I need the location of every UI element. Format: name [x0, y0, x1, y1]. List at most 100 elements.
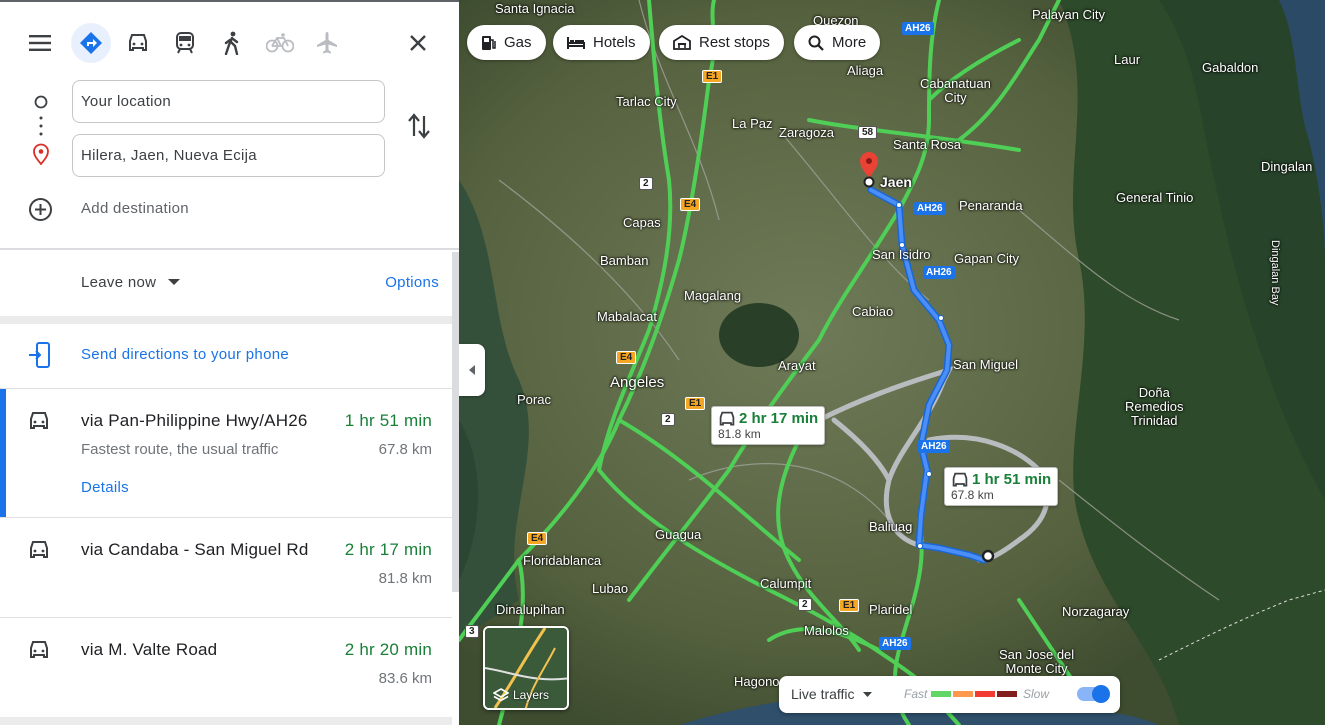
options-link[interactable]: Options: [385, 274, 439, 291]
map-label: Gapan City: [954, 251, 1020, 266]
plane-icon[interactable]: [307, 23, 347, 63]
car-icon[interactable]: [118, 23, 158, 63]
map-label: Guagua: [655, 527, 702, 542]
map-label-destination: Jaen: [880, 174, 912, 190]
map-label: Calumpit: [760, 576, 812, 591]
map-label: Dingalan Bay: [1269, 240, 1281, 306]
section-divider: [0, 316, 452, 324]
highway-shield: AH26: [902, 22, 934, 35]
top-divider: [0, 0, 459, 2]
chevron-down-icon: [168, 279, 181, 285]
map-label: Malolos: [804, 623, 849, 638]
traffic-legend: Live traffic Fast Slow: [779, 676, 1120, 713]
live-traffic-dropdown[interactable]: Live traffic: [791, 686, 872, 702]
route-name: via Pan-Philippine Hwy/AH26: [81, 411, 308, 430]
map-label: Dinalupihan: [496, 602, 565, 617]
route-distance: 83.6 km: [378, 670, 432, 687]
map-label: Lubao: [592, 581, 629, 596]
rest-stops-chip-label: Rest stops: [699, 34, 770, 51]
map-label: Arayat: [778, 358, 816, 373]
collapse-panel-button[interactable]: [459, 344, 485, 396]
route-time: 2 hr 17 min: [344, 540, 432, 559]
origin-input[interactable]: Your location: [72, 80, 385, 123]
add-destination-button[interactable]: Add destination: [81, 200, 189, 217]
gas-chip[interactable]: Gas: [467, 25, 546, 60]
map-label: Magalang: [684, 288, 742, 303]
highway-shield: AH26: [914, 202, 946, 215]
car-icon: [28, 640, 50, 665]
main-route-callout[interactable]: 1 hr 51 min 67.8 km: [944, 467, 1059, 506]
walk-icon[interactable]: [212, 23, 252, 63]
map-label: Santa Ignacia: [495, 1, 575, 16]
more-chip-label: More: [832, 34, 867, 51]
highway-shield: AH26: [879, 637, 911, 650]
add-destination-icon[interactable]: [28, 197, 53, 227]
traffic-fast-label: Fast: [904, 687, 928, 701]
map-label: Cabanatuan City: [920, 76, 991, 105]
traffic-toggle[interactable]: [1077, 685, 1110, 703]
destination-input[interactable]: Hilera, Jaen, Nueva Ecija: [72, 134, 385, 177]
map-label: Doña Remedios Trinidad: [1125, 385, 1184, 428]
map-label: Penaranda: [959, 198, 1023, 213]
map-label: Santa Rosa: [893, 137, 961, 152]
route-option-3[interactable]: via M. Valte Road 2 hr 20 min 83.6 km: [0, 618, 452, 717]
route-option-1[interactable]: via Pan-Philippine Hwy/AH26 1 hr 51 min …: [0, 389, 452, 517]
map-label: Floridablanca: [523, 553, 602, 568]
search-icon: [808, 35, 824, 51]
layers-icon: [493, 688, 509, 702]
route-shield: 3: [465, 625, 479, 638]
map-label: Dingalan: [1261, 159, 1313, 174]
route-shield: 2: [639, 177, 653, 190]
rest-stop-icon: [673, 35, 691, 50]
close-icon[interactable]: [398, 23, 438, 63]
map-label: Capas: [623, 215, 661, 230]
map-label: Angeles: [610, 374, 665, 391]
alt-route-callout[interactable]: 2 hr 17 min 81.8 km: [711, 406, 826, 445]
traffic-swatch-heavy: [975, 691, 995, 697]
map-label: La Paz: [732, 116, 773, 131]
section-divider: [0, 717, 452, 725]
directions-icon[interactable]: [71, 23, 111, 63]
send-to-phone-icon: [28, 342, 52, 373]
bike-icon[interactable]: [260, 23, 300, 63]
route-name: via Candaba - San Miguel Rd: [81, 540, 309, 559]
route-details-link[interactable]: Details: [81, 479, 129, 496]
map-label: Hagono: [734, 674, 780, 689]
traffic-swatch-fast: [931, 691, 951, 697]
callout-distance: 67.8 km: [951, 488, 994, 502]
route-option-2[interactable]: via Candaba - San Miguel Rd 2 hr 17 min …: [0, 518, 452, 617]
map-label: Norzagaray: [1062, 604, 1130, 619]
car-icon: [28, 411, 50, 436]
map-label: San Isidro: [872, 247, 931, 262]
route-endpoints-icons: [33, 95, 49, 166]
map-label: San Miguel: [953, 357, 1019, 372]
route-shield: 58: [858, 126, 878, 139]
map-label: Porac: [517, 392, 551, 407]
map-label: Aliaga: [847, 63, 884, 78]
callout-time: 2 hr 17 min: [739, 410, 819, 427]
map-label: Bamban: [600, 253, 649, 268]
swap-icon[interactable]: [404, 112, 434, 145]
highway-shield: AH26: [918, 440, 950, 453]
hotels-chip-label: Hotels: [593, 34, 636, 51]
send-to-phone-link[interactable]: Send directions to your phone: [81, 346, 289, 363]
map-canvas[interactable]: Santa Ignacia Quezon Palayan City Aliaga…: [459, 0, 1325, 725]
expressway-shield: E1: [702, 70, 723, 83]
toggle-knob: [1092, 685, 1110, 703]
layers-button[interactable]: Layers: [483, 626, 569, 710]
menu-icon[interactable]: [20, 23, 60, 63]
car-icon: [28, 540, 50, 565]
rest-stops-chip[interactable]: Rest stops: [659, 25, 784, 60]
train-icon[interactable]: [165, 23, 205, 63]
leave-now-label: Leave now: [81, 274, 157, 291]
traffic-slow-label: Slow: [1023, 687, 1050, 701]
map-label: Baliuag: [869, 519, 913, 534]
more-chip[interactable]: More: [794, 25, 881, 60]
map-label: Laur: [1114, 52, 1141, 67]
hotels-chip[interactable]: Hotels: [553, 25, 650, 60]
route-distance: 81.8 km: [378, 570, 432, 587]
panel-scrollbar[interactable]: [452, 252, 459, 592]
map-label: Zaragoza: [779, 125, 834, 140]
selected-route-indicator: [0, 389, 6, 517]
leave-now-dropdown[interactable]: Leave now: [81, 274, 181, 291]
